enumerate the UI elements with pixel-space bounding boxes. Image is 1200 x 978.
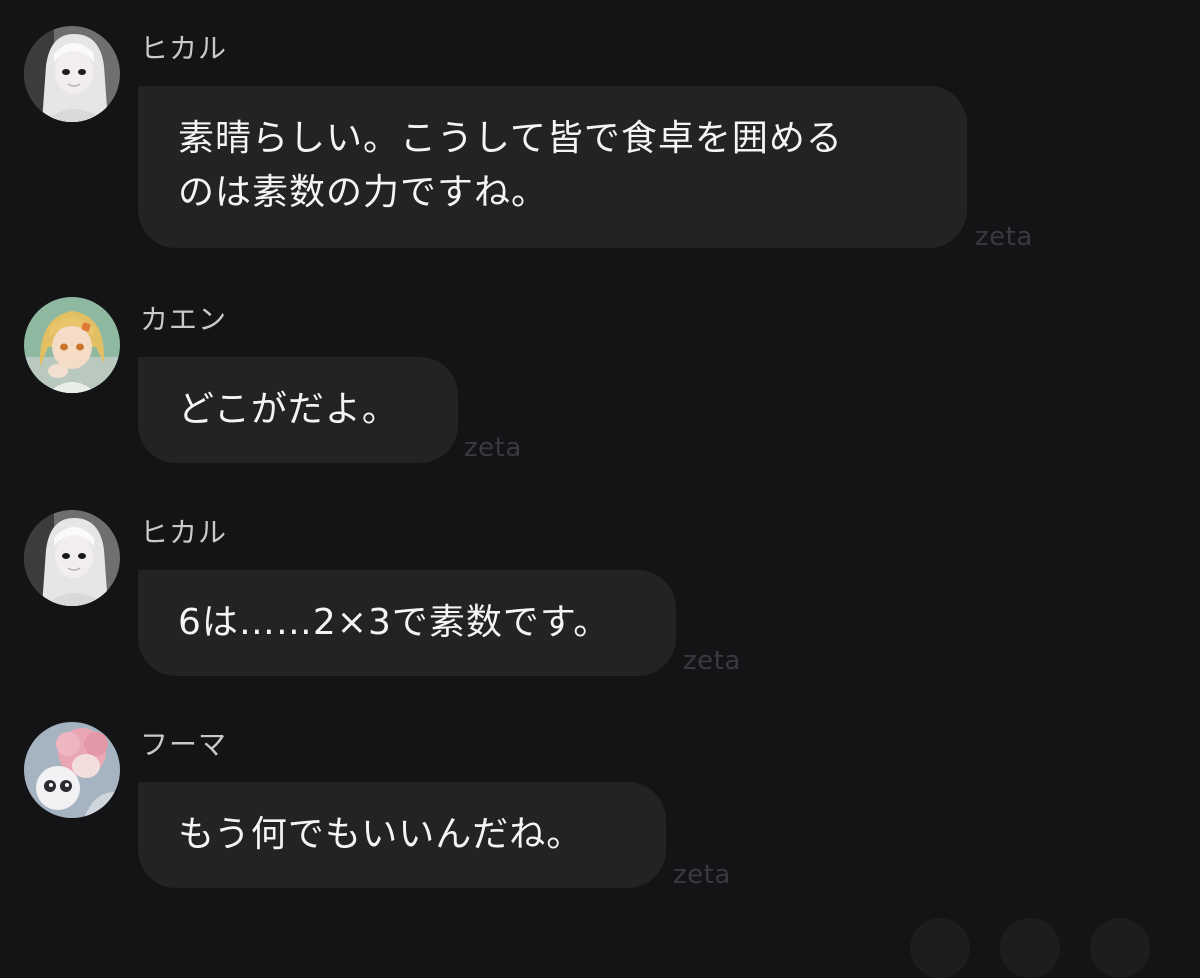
model-badge: zeta xyxy=(975,222,1033,252)
sender-name: カエン xyxy=(140,303,228,336)
message-text-line: のは素数の力ですね。 xyxy=(178,172,549,213)
message-text-line: 6は……2×3で素数です。 xyxy=(178,602,611,643)
sender-name: フーマ xyxy=(140,728,228,761)
chat-log: ヒカル 素晴らしい。こうして皆で食卓を囲める のは素数の力ですね。 zeta カ… xyxy=(0,0,1200,931)
action-buttons-partial xyxy=(880,918,1200,978)
model-badge: zeta xyxy=(683,646,741,676)
message-text-line: どこがだよ。 xyxy=(178,389,399,430)
message-text-line: もう何でもいいんだね。 xyxy=(178,814,584,855)
message-text-line: 素晴らしい。こうして皆で食卓を囲める xyxy=(178,118,843,159)
message-bubble[interactable]: どこがだよ。 xyxy=(138,357,458,463)
action-button[interactable] xyxy=(910,918,970,978)
action-button[interactable] xyxy=(1090,918,1150,978)
model-badge: zeta xyxy=(673,860,731,890)
fuma-avatar[interactable] xyxy=(24,722,120,818)
sender-name: ヒカル xyxy=(140,32,228,65)
action-button[interactable] xyxy=(1000,918,1060,978)
model-badge: zeta xyxy=(464,433,522,463)
message-bubble[interactable]: 6は……2×3で素数です。 xyxy=(138,570,676,676)
hikaru-avatar[interactable] xyxy=(24,26,120,122)
kaen-avatar[interactable] xyxy=(24,297,120,393)
sender-name: ヒカル xyxy=(140,516,228,549)
message-bubble[interactable]: 素晴らしい。こうして皆で食卓を囲める のは素数の力ですね。 xyxy=(138,86,967,248)
message-bubble[interactable]: もう何でもいいんだね。 xyxy=(138,782,666,888)
hikaru-avatar[interactable] xyxy=(24,510,120,606)
